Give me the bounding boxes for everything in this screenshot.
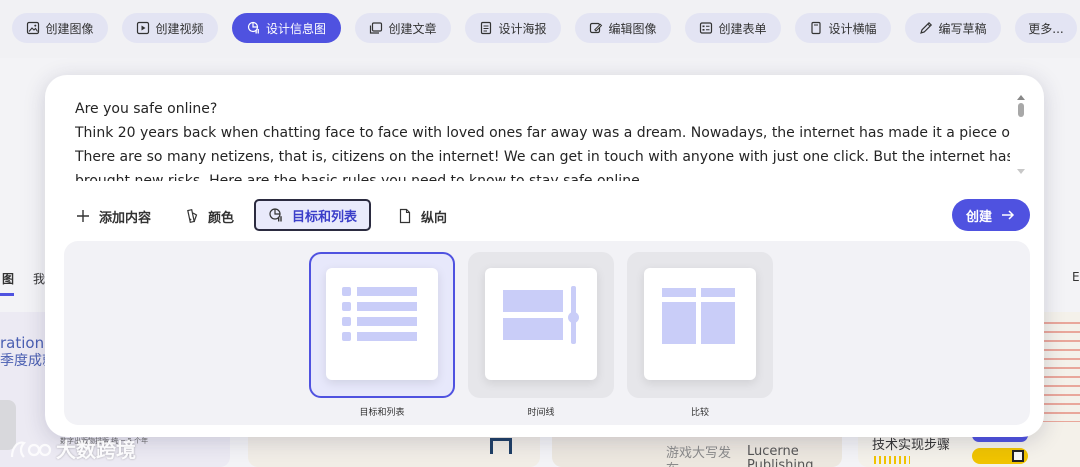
card-subtitle: Publishing: [747, 458, 814, 467]
form-icon: [700, 22, 713, 34]
prompt-textarea[interactable]: Are you safe online? Think 20 years back…: [75, 97, 1010, 181]
tab-label: 编写草稿: [938, 21, 987, 36]
watermark: 大数跨境: [8, 434, 136, 463]
background-tab[interactable]: 图: [2, 270, 14, 287]
watermark-logo-icon: [10, 441, 52, 458]
tab-label: 创建表单: [718, 21, 767, 36]
layout-option-comparison[interactable]: [627, 252, 773, 398]
layout-select-button[interactable]: 目标和列表: [254, 199, 372, 231]
tab-design-banner[interactable]: 设计横幅: [795, 13, 891, 43]
comparison-thumbnail: [644, 268, 756, 380]
infographic-prompt-dialog: Are you safe online? Think 20 years back…: [45, 75, 1044, 437]
layout-option-timeline[interactable]: [468, 252, 614, 398]
prompt-scrollbar[interactable]: [1015, 95, 1027, 181]
watermark-text: 大数跨境: [56, 438, 136, 462]
scroll-up-arrow-icon[interactable]: [1017, 95, 1025, 100]
timeline-thumbnail: [485, 268, 597, 380]
create-button[interactable]: 创建: [952, 199, 1030, 231]
top-tab-bar: 创建图像 创建视频 设计信息图 创建文章 设计海报 编辑图像 创建表单 设计横幅…: [0, 0, 1080, 58]
tab-label: 创建图像: [45, 21, 94, 36]
create-label: 创建: [965, 209, 992, 225]
prompt-line: Are you safe online?: [75, 101, 218, 117]
layout-options-panel: 目标和列表 时间线 比较: [64, 241, 1030, 425]
portrait-page-icon: [399, 208, 411, 224]
prompt-line: brought new risks. Here are the basic ru…: [75, 173, 645, 181]
infographic-icon: [247, 21, 259, 34]
poster-icon: [481, 21, 492, 35]
orientation-button[interactable]: 纵向: [397, 201, 447, 231]
orientation-label: 纵向: [421, 210, 448, 226]
tab-create-image[interactable]: 创建图像: [12, 13, 108, 43]
card-decoration: [1043, 322, 1080, 422]
tab-label: 更多...: [1028, 21, 1064, 36]
add-content-label: 添加内容: [99, 210, 152, 226]
checkbox-icon: [1012, 450, 1024, 462]
layout-option-label: 目标和列表: [359, 408, 405, 418]
layout-option-label: 比较: [690, 408, 709, 418]
tab-edit-image[interactable]: 编辑图像: [575, 13, 671, 43]
tab-label: 编辑图像: [608, 21, 657, 36]
tab-create-form[interactable]: 创建表单: [685, 13, 781, 43]
tab-write-draft[interactable]: 编写草稿: [905, 13, 1001, 43]
goals-list-thumbnail: [326, 268, 438, 380]
add-content-button[interactable]: 添加内容: [75, 201, 151, 231]
tab-label: 设计信息图: [265, 21, 326, 36]
arrow-right-icon: [1002, 210, 1015, 220]
tab-create-video[interactable]: 创建视频: [122, 13, 218, 43]
tab-label: 创建视频: [155, 21, 204, 36]
color-button[interactable]: 颜色: [184, 201, 234, 231]
edit-image-icon: [590, 22, 603, 34]
color-label: 颜色: [208, 210, 235, 226]
tab-label: 设计海报: [498, 21, 547, 36]
tab-design-poster[interactable]: 设计海报: [465, 13, 561, 43]
article-icon: [370, 22, 383, 34]
pen-icon: [920, 21, 933, 34]
image-icon: [27, 21, 40, 35]
scroll-down-arrow-icon[interactable]: [1017, 169, 1025, 174]
prompt-line: Think 20 years back when chatting face t…: [75, 125, 1010, 141]
tab-design-infographic[interactable]: 设计信息图: [232, 13, 341, 43]
video-icon: [137, 21, 150, 35]
banner-icon: [811, 21, 822, 35]
card-title: 布: [666, 458, 679, 467]
infographic-icon: [269, 208, 282, 222]
prompt-line: There are so many netizens, that is, cit…: [75, 149, 1010, 165]
swatch-icon: [187, 209, 198, 223]
tab-create-article[interactable]: 创建文章: [355, 13, 451, 43]
plus-icon: [77, 210, 89, 222]
background-tab[interactable]: 我: [33, 270, 45, 287]
tab-label: 设计横幅: [828, 21, 877, 36]
background-tab[interactable]: E: [1072, 270, 1080, 284]
layout-select-label: 目标和列表: [292, 209, 358, 225]
layout-option-label: 时间线: [527, 408, 555, 418]
layout-option-goals-list[interactable]: [309, 252, 455, 398]
card-decoration: [874, 456, 910, 464]
card-title: Lucerne: [747, 444, 799, 459]
tab-label: 创建文章: [388, 21, 437, 36]
tab-more[interactable]: 更多...: [1015, 13, 1077, 43]
background-tab-underline: [0, 293, 14, 296]
card-decoration: [490, 438, 512, 454]
scroll-thumb[interactable]: [1018, 103, 1024, 117]
